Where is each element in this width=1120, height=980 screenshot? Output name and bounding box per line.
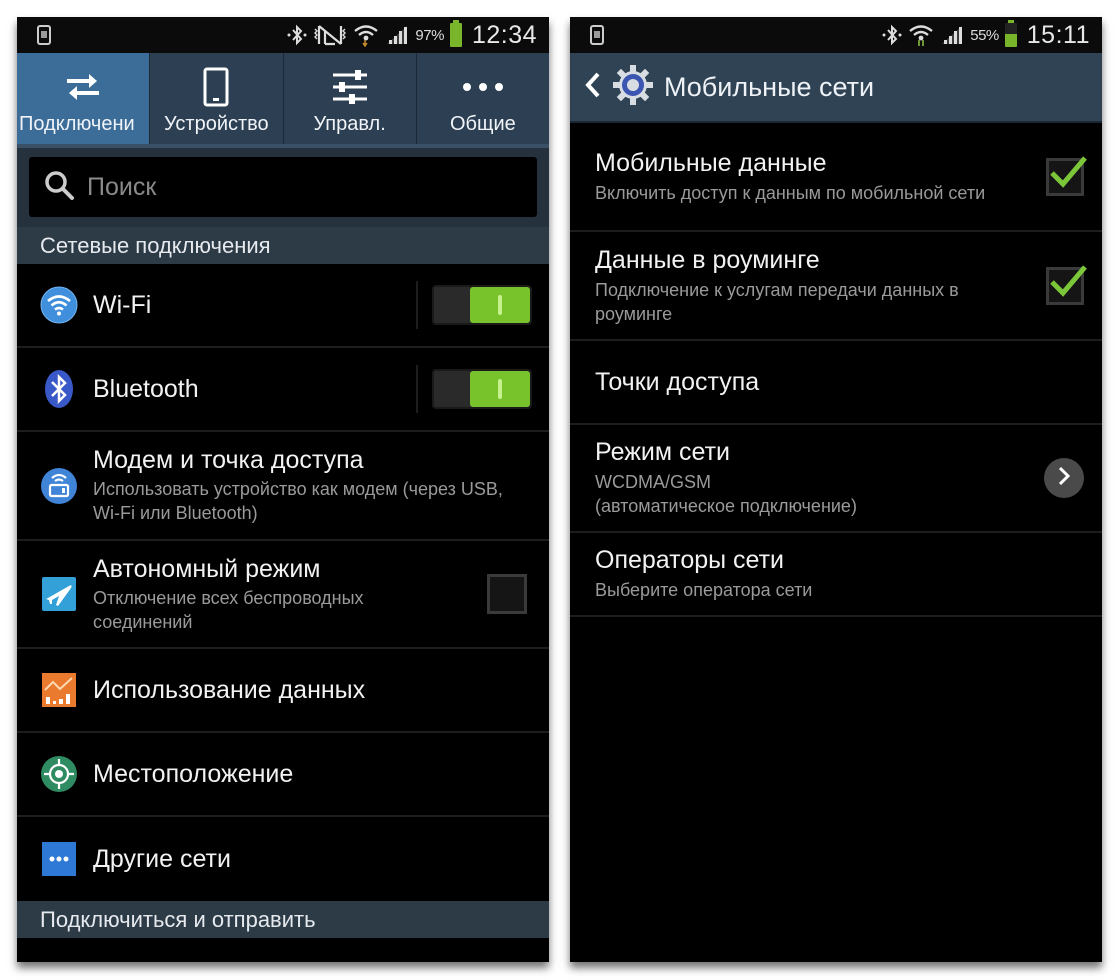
- data-usage-icon: [39, 670, 79, 710]
- signal-icon: [940, 24, 964, 46]
- item-title: Другие сети: [93, 844, 231, 873]
- list-item-network-operators[interactable]: Операторы сети Выберите оператора сети: [570, 533, 1102, 617]
- item-title: Точки доступа: [595, 367, 760, 396]
- list-item-tethering[interactable]: Модем и точка доступа Использовать устро…: [17, 432, 549, 541]
- hotspot-icon: [39, 466, 79, 506]
- tab-connections[interactable]: Подключени: [17, 53, 151, 144]
- status-bar: 55% 15:11: [570, 17, 1102, 53]
- signal-icon: [385, 24, 409, 46]
- list-item-data-roaming[interactable]: Данные в роуминге Подключение к услугам …: [570, 232, 1102, 341]
- location-icon: [39, 754, 79, 794]
- sliders-icon: [331, 67, 369, 107]
- tab-label: Устройство: [164, 113, 269, 135]
- back-icon[interactable]: [584, 71, 602, 104]
- item-title: Использование данных: [93, 675, 366, 704]
- search-input[interactable]: Поиск: [29, 157, 537, 217]
- search-icon: [43, 169, 75, 206]
- bluetooth-toggle[interactable]: [432, 369, 532, 409]
- item-subtitle: Включить доступ к данным по мобильной се…: [595, 182, 986, 203]
- list-item-access-points[interactable]: Точки доступа: [570, 341, 1102, 425]
- list-item-location[interactable]: Местоположение: [17, 733, 549, 817]
- network-mode-chevron-button[interactable]: [1044, 458, 1084, 498]
- list-item-bluetooth[interactable]: Bluetooth: [17, 348, 549, 432]
- wifi-icon: [39, 285, 79, 325]
- list-item-mobile-data[interactable]: Мобильные данные Включить доступ к данны…: [570, 123, 1102, 232]
- settings-tab-bar: Подключени Устройство Управл. Общие: [17, 53, 549, 148]
- action-bar: Мобильные сети: [570, 53, 1102, 123]
- tab-label: Общие: [449, 113, 516, 135]
- battery-percent: 97%: [415, 26, 444, 44]
- data-roaming-checkbox[interactable]: [1046, 264, 1087, 305]
- more-networks-icon: [39, 839, 79, 879]
- tab-label: Подключени: [19, 113, 135, 135]
- settings-gear-icon: [612, 64, 654, 111]
- swap-arrows-icon: [63, 67, 103, 107]
- item-title: Wi-Fi: [93, 290, 152, 319]
- item-subtitle: Выберите оператора сети: [595, 580, 813, 600]
- battery-icon: [449, 20, 462, 47]
- divider: [416, 365, 418, 413]
- item-title: Bluetooth: [93, 374, 199, 403]
- item-title: Мобильные данные: [595, 148, 827, 177]
- list-item-network-mode[interactable]: Режим сети WCDMA/GSM (автоматическое под…: [570, 425, 1102, 533]
- tab-controls[interactable]: Управл.: [284, 53, 417, 144]
- wifi-icon: [908, 23, 934, 47]
- settings-screen-connections: 97% 12:34 Подключени Устройство Управл.: [17, 17, 549, 962]
- item-title: Операторы сети: [595, 546, 785, 574]
- item-title: Модем и точка доступа: [93, 446, 364, 474]
- section-header-connect-share: Подключиться и отправить: [17, 901, 549, 938]
- wifi-icon: [353, 23, 379, 47]
- chevron-right-icon: [1057, 466, 1071, 491]
- tab-device[interactable]: Устройство: [150, 53, 284, 144]
- airplane-icon: [39, 574, 79, 614]
- clock: 15:11: [1026, 20, 1090, 49]
- wifi-toggle[interactable]: [432, 285, 532, 325]
- bluetooth-icon: [39, 369, 79, 409]
- clock: 12:34: [471, 20, 537, 49]
- tab-general[interactable]: Общие: [417, 53, 549, 144]
- page-title: Мобильные сети: [664, 71, 875, 102]
- item-subtitle: Использовать устройство как модем (через…: [93, 479, 503, 523]
- airplane-mode-checkbox[interactable]: [487, 574, 527, 614]
- divider: [416, 281, 418, 329]
- mobile-data-checkbox[interactable]: [1046, 155, 1087, 196]
- more-dots-icon: [461, 67, 505, 107]
- search-container: Поиск: [17, 148, 549, 227]
- mobile-networks-screen: 55% 15:11 Мобильные сети Мобильные данны…: [570, 17, 1102, 962]
- phone-icon: [203, 67, 229, 107]
- battery-percent: 55%: [970, 26, 999, 44]
- tab-label: Управл.: [313, 113, 386, 135]
- bluetooth-icon: [287, 24, 307, 46]
- item-title: Режим сети: [595, 438, 731, 466]
- list-item-wifi[interactable]: Wi-Fi: [17, 264, 549, 348]
- status-bar: 97% 12:34: [17, 17, 549, 53]
- item-title: Автономный режим: [93, 554, 321, 583]
- section-header-network: Сетевые подключения: [17, 227, 549, 264]
- search-placeholder: Поиск: [87, 172, 157, 201]
- battery-icon: [1004, 20, 1017, 47]
- list-item-data-usage[interactable]: Использование данных: [17, 649, 549, 733]
- item-title: Данные в роуминге: [595, 245, 820, 274]
- watch-icon: [590, 25, 604, 45]
- list-item-more-networks[interactable]: Другие сети: [17, 817, 549, 901]
- item-subtitle-secondary: (автоматическое подключение): [595, 496, 857, 516]
- item-title: Местоположение: [93, 759, 294, 788]
- item-subtitle: Подключение к услугам передачи данных в …: [595, 279, 959, 324]
- mute-vibrate-icon: [313, 23, 347, 47]
- item-subtitle: Отключение всех беспроводных соединений: [93, 587, 364, 632]
- item-subtitle: WCDMA/GSM: [595, 472, 711, 492]
- list-item-airplane-mode[interactable]: Автономный режим Отключение всех беспров…: [17, 541, 549, 649]
- watch-icon: [37, 25, 51, 45]
- bluetooth-icon: [882, 24, 902, 46]
